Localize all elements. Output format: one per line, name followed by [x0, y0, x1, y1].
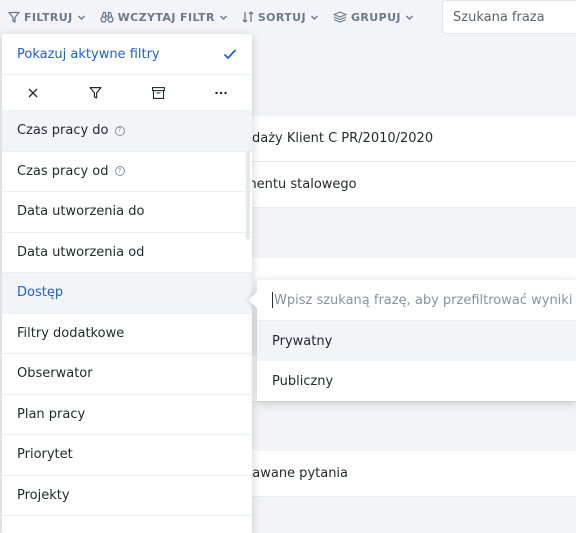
apply-filter-button[interactable]: [76, 86, 116, 99]
filter-item-priority[interactable]: Priorytet: [2, 435, 252, 476]
filter-item-label: Filtry dodatkowe: [17, 325, 125, 341]
submenu-search-placeholder: Wpisz szukaną frazę, aby przefiltrować w…: [274, 292, 573, 308]
access-option-public[interactable]: Publiczny: [257, 361, 576, 401]
filter-item-work-plan[interactable]: Plan pracy: [2, 395, 252, 435]
more-horizontal-icon: [215, 91, 227, 94]
load-filter-button-label: WCZYTAJ FILTR: [117, 10, 215, 24]
filter-item-work-time-to[interactable]: Czas pracy do ?: [2, 111, 252, 152]
sort-button[interactable]: SORTUJ: [242, 11, 319, 24]
filter-item-access[interactable]: Dostęp: [2, 273, 252, 314]
list-item[interactable]: mentu stalowego: [240, 162, 576, 208]
chevron-down-icon: [311, 15, 318, 20]
filter-item-label: Priorytet: [17, 447, 73, 463]
clear-filters-button[interactable]: [13, 88, 53, 98]
filter-button-label: FILTRUJ: [24, 10, 73, 24]
search-input[interactable]: Szukana fraza: [442, 0, 576, 34]
group-button-label: GRUPUJ: [351, 10, 401, 24]
load-filter-button[interactable]: WCZYTAJ FILTR: [99, 10, 228, 24]
list-item-text: dawane pytania: [244, 466, 349, 481]
access-options-submenu: Wpisz szukaną frazę, aby przefiltrować w…: [257, 280, 576, 401]
list-item-text: edaży Klient C PR/2010/2020: [244, 131, 434, 146]
filter-item-label: Czas pracy od: [17, 163, 109, 179]
chevron-down-icon: [77, 15, 85, 20]
filter-item-label: Plan pracy: [17, 406, 86, 422]
filter-item-label: Czas pracy do: [17, 123, 109, 139]
filter-item-label: Dostęp: [17, 285, 64, 301]
filter-icon: [8, 11, 20, 23]
list-item[interactable]: edaży Klient C PR/2010/2020: [240, 116, 576, 162]
filter-icon: [89, 87, 102, 99]
filter-item-work-time-from[interactable]: Czas pracy od ?: [2, 152, 252, 192]
access-option-private[interactable]: Prywatny: [257, 321, 576, 361]
filter-item-additional-filters[interactable]: Filtry dodatkowe: [2, 314, 252, 354]
help-icon[interactable]: ?: [114, 125, 125, 136]
filter-item-projects[interactable]: Projekty: [2, 476, 252, 516]
check-icon: [223, 49, 237, 60]
filter-item-created-date-from[interactable]: Data utworzenia od: [2, 233, 252, 273]
list-item-text: mentu stalowego: [244, 177, 357, 192]
group-button[interactable]: GRUPUJ: [333, 11, 414, 24]
list-item[interactable]: dawane pytania: [240, 451, 576, 497]
option-label: Publiczny: [272, 373, 334, 389]
archive-button[interactable]: [138, 86, 178, 99]
panel-scrollbar[interactable]: [246, 150, 250, 240]
filter-item-label: Data utworzenia do: [17, 204, 145, 220]
filter-item-observer[interactable]: Obserwator: [2, 354, 252, 395]
filter-item-created-date-to[interactable]: Data utworzenia do: [2, 192, 252, 233]
help-icon[interactable]: ?: [114, 166, 125, 177]
show-active-filters-label: Pokazuj aktywne filtry: [17, 46, 160, 62]
filter-item-label: Data utworzenia od: [17, 244, 145, 260]
chevron-down-icon: [405, 15, 413, 20]
submenu-search-input[interactable]: Wpisz szukaną frazę, aby przefiltrować w…: [257, 280, 576, 321]
filter-item-label: Obserwator: [17, 366, 93, 382]
filter-item-label: Projekty: [17, 487, 70, 503]
filter-actions-bar: [2, 74, 252, 111]
more-options-button[interactable]: [201, 91, 241, 95]
option-label: Prywatny: [272, 333, 333, 349]
sort-icon: [242, 11, 254, 23]
filter-button[interactable]: FILTRUJ: [8, 11, 86, 24]
layers-icon: [333, 11, 347, 23]
close-icon: [28, 88, 38, 97]
binoculars-icon: [99, 11, 114, 23]
archive-icon: [151, 86, 165, 99]
sort-button-label: SORTUJ: [257, 10, 306, 24]
chevron-down-icon: [219, 15, 227, 20]
text-caret: [272, 292, 273, 308]
show-active-filters-toggle[interactable]: Pokazuj aktywne filtry: [2, 34, 252, 74]
filter-dropdown-panel: Pokazuj aktywne filtry Czas pracy do ? C…: [2, 34, 252, 533]
